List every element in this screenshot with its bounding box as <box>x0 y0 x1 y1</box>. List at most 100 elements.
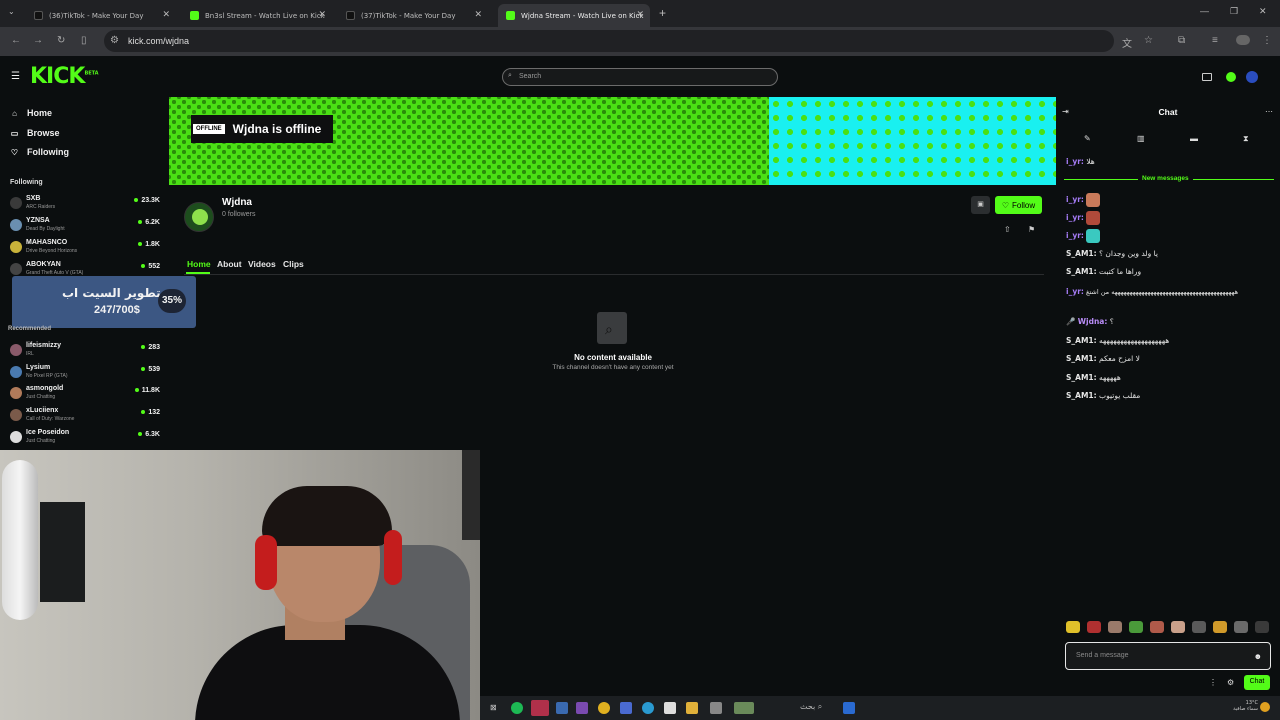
close-icon[interactable]: ✕ <box>636 10 644 20</box>
collapse-chat-icon[interactable]: ⇥ <box>1062 107 1069 116</box>
webcam-door <box>462 450 480 540</box>
recommended-item-ice-poseidon[interactable]: Ice Poseidon Just Chatting 6.3K <box>10 427 162 449</box>
nav-home[interactable]: ⌂ Home <box>10 108 52 118</box>
bookmark-star-icon[interactable]: ☆ <box>1144 35 1153 46</box>
trash-icon[interactable]: ▥ <box>1137 134 1145 143</box>
report-icon[interactable]: ⚑ <box>1028 225 1035 234</box>
task-view-icon[interactable]: ⊠ <box>490 703 497 712</box>
app-icon[interactable] <box>576 702 588 714</box>
follow-button[interactable]: ♡ Follow <box>995 196 1042 214</box>
emote-icon[interactable] <box>1171 621 1185 633</box>
close-icon[interactable]: ✕ <box>318 10 326 20</box>
inbox-icon[interactable] <box>1202 73 1212 81</box>
chat-message-input[interactable]: Send a message ☻ <box>1065 642 1271 670</box>
address-bar[interactable]: kick.com/wjdna <box>104 30 1114 52</box>
avatar <box>10 431 22 443</box>
avatar <box>10 263 22 275</box>
translate-icon[interactable]: 文 <box>1122 35 1132 50</box>
close-icon[interactable]: ✕ <box>162 10 170 20</box>
channel-avatar[interactable] <box>184 202 214 232</box>
channel-name: Wjdna <box>222 197 252 208</box>
browser-tab-4[interactable]: Wjdna Stream - Watch Live on Kick ✕ <box>498 4 650 27</box>
nav-browse[interactable]: ▭ Browse <box>10 128 60 138</box>
browser-tab-1[interactable]: (36)TikTok - Make Your Day ✕ <box>26 4 176 27</box>
emote-icon[interactable] <box>1192 621 1206 633</box>
edge-icon[interactable] <box>642 702 654 714</box>
following-item-yznsa[interactable]: YZNSA Dead By Daylight 6.2K <box>10 215 162 237</box>
extensions-icon[interactable]: ⧉ <box>1178 35 1185 46</box>
new-messages-divider: New messages <box>1064 175 1274 185</box>
weather-widget[interactable]: 13°C سماء صافية <box>1222 700 1258 712</box>
emote-icon[interactable] <box>1066 621 1080 633</box>
browser-tab-2[interactable]: Bn3sl Stream - Watch Live on Kick ✕ <box>182 4 332 27</box>
window-close-icon[interactable]: ✕ <box>1259 6 1267 17</box>
app-icon[interactable] <box>734 702 754 714</box>
offline-badge: OFFLINE <box>193 124 225 134</box>
weather-icon[interactable] <box>1260 702 1270 712</box>
timer-icon[interactable]: ⧗ <box>1243 134 1249 144</box>
tab-videos[interactable]: Videos <box>248 259 276 269</box>
browser-tab-3[interactable]: (37)TikTok - Make Your Day ✕ <box>338 4 488 27</box>
send-chat-button[interactable]: Chat <box>1244 675 1270 690</box>
minimize-icon[interactable]: — <box>1200 6 1209 16</box>
recommended-item-xluciienx[interactable]: xLuciienx Call of Duty: Warzone 132 <box>10 405 162 427</box>
profile-avatar[interactable] <box>1236 35 1250 45</box>
emote-icon[interactable] <box>1234 621 1248 633</box>
tab-about[interactable]: About <box>217 259 242 269</box>
app-icon[interactable] <box>620 702 632 714</box>
tab-clips[interactable]: Clips <box>283 259 304 269</box>
chat-message: i_yr: <box>1066 193 1101 207</box>
heart-icon: ♡ <box>10 147 19 157</box>
close-icon[interactable]: ✕ <box>474 10 482 20</box>
following-item-mahasnco[interactable]: MAHASNCO Drive Beyond Horizons 1.8K <box>10 237 162 259</box>
settings-icon[interactable]: ⚙ <box>1227 678 1234 687</box>
taskbar-search[interactable]: بحث ⌕ <box>800 702 822 712</box>
tab-search-icon[interactable]: ⌄ <box>8 7 15 16</box>
reload-icon[interactable]: ↻ <box>57 35 65 46</box>
emote-icon[interactable] <box>1150 621 1164 633</box>
emote-icon[interactable] <box>1255 621 1269 633</box>
emote-icon[interactable] <box>1129 621 1143 633</box>
maximize-icon[interactable]: ❐ <box>1230 6 1238 17</box>
gift-button[interactable]: ▣ <box>971 196 990 214</box>
avatar <box>10 219 22 231</box>
message-icon[interactable]: ▬ <box>1190 134 1198 143</box>
webcam-headset <box>384 530 402 585</box>
new-tab-icon[interactable]: + <box>659 6 666 20</box>
emoji-icon[interactable]: ☻ <box>1254 652 1262 661</box>
kick-status-icon[interactable] <box>1226 72 1236 82</box>
recommended-item-lysium[interactable]: Lysium No Pixel RP (GTA) 539 <box>10 362 162 384</box>
sidebar-toggle-icon[interactable]: ▯ <box>81 35 87 46</box>
recommended-item-lifeismizzy[interactable]: lifeismizzy IRL 283 <box>10 340 162 362</box>
user-avatar[interactable] <box>1246 71 1258 83</box>
back-icon[interactable]: ← <box>11 35 21 46</box>
emote-icon[interactable] <box>1213 621 1227 633</box>
spotify-icon[interactable] <box>511 702 523 714</box>
steam-icon[interactable] <box>556 702 568 714</box>
chrome-icon[interactable] <box>598 702 610 714</box>
calendar-icon[interactable] <box>664 702 676 714</box>
app-icon[interactable] <box>531 700 549 716</box>
emote-icon[interactable] <box>1087 621 1101 633</box>
forward-icon[interactable]: → <box>33 35 43 46</box>
tab-home[interactable]: Home <box>187 259 211 269</box>
kick-logo[interactable]: KICKBETA <box>30 64 99 89</box>
site-info-icon[interactable]: ⚙ <box>110 35 119 46</box>
hamburger-icon[interactable]: ☰ <box>11 71 20 82</box>
pin-icon[interactable]: ✎ <box>1084 134 1091 143</box>
file-explorer-icon[interactable] <box>686 702 698 714</box>
windows-start-icon[interactable] <box>843 702 855 714</box>
tab-divider <box>184 274 1044 275</box>
share-icon[interactable]: ⇧ <box>1004 225 1011 234</box>
chat-menu-icon[interactable]: ⋯ <box>1265 107 1273 116</box>
emote-icon[interactable] <box>1108 621 1122 633</box>
nav-following[interactable]: ♡ Following <box>10 147 69 157</box>
avatar <box>10 344 22 356</box>
app-icon[interactable] <box>710 702 722 714</box>
search-input[interactable]: ⌕ Search <box>502 68 778 86</box>
recommended-item-asmongold[interactable]: asmongold Just Chatting 11.8K <box>10 383 162 405</box>
menu-icon[interactable]: ⋮ <box>1262 35 1272 46</box>
more-icon[interactable]: ⋮ <box>1209 678 1217 687</box>
following-item-sxb[interactable]: SXB ARC Raiders 23.3K <box>10 193 162 215</box>
media-icon[interactable]: ≡ <box>1212 35 1218 46</box>
